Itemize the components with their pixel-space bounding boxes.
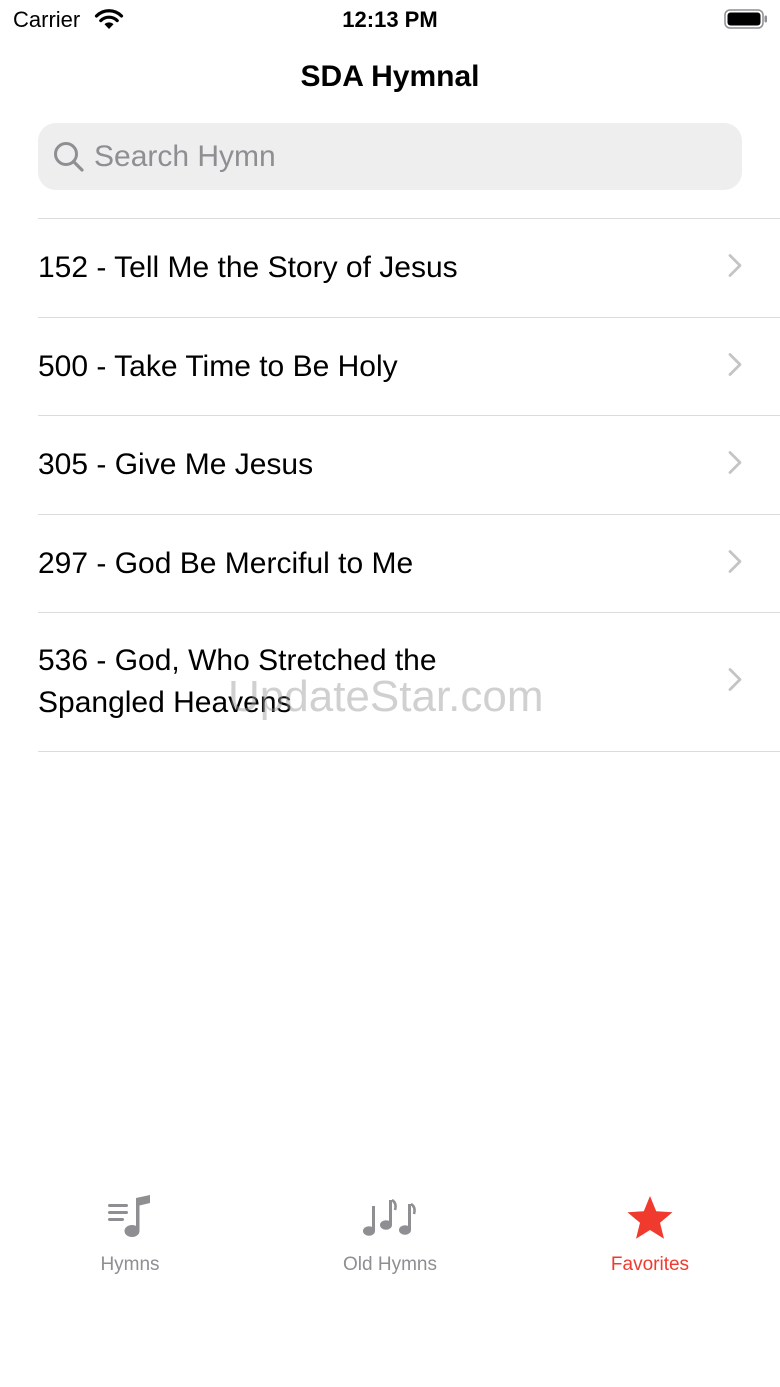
chevron-right-icon	[728, 451, 742, 480]
tab-old-hymns[interactable]: Old Hymns	[260, 1180, 520, 1290]
tab-label: Old Hymns	[343, 1254, 437, 1275]
tab-bar: Hymns Old Hymns Favorites	[0, 1180, 780, 1290]
hymn-title: 500 - Take Time to Be Holy	[38, 349, 398, 383]
hymn-list: 152 - Tell Me the Story of Jesus 500 - T…	[38, 218, 780, 752]
status-bar: Carrier 12:13 PM	[0, 0, 780, 40]
tab-favorites[interactable]: Favorites	[520, 1180, 780, 1290]
chevron-right-icon	[728, 352, 742, 381]
page-title: SDA Hymnal	[300, 60, 480, 93]
tab-label: Favorites	[610, 1254, 690, 1275]
status-time: 12:13 PM	[342, 7, 438, 32]
chevron-right-icon	[728, 254, 742, 283]
list-item[interactable]: 305 - Give Me Jesus	[38, 415, 780, 514]
list-item[interactable]: 297 - God Be Merciful to Me	[38, 514, 780, 612]
list-item[interactable]: 500 - Take Time to Be Holy	[38, 317, 780, 415]
hymn-title: 305 - Give Me Jesus	[38, 448, 314, 481]
list-item[interactable]: 152 - Tell Me the Story of Jesus	[38, 218, 780, 317]
tab-hymns[interactable]: Hymns	[0, 1180, 260, 1290]
music-list-icon	[0, 1194, 260, 1240]
list-item[interactable]: 536 - God, Who Stretched the Spangled He…	[38, 612, 780, 752]
tab-label: Hymns	[100, 1254, 160, 1275]
search-input[interactable]	[94, 123, 714, 190]
star-icon	[520, 1194, 780, 1242]
hymn-title: 536 - God, Who Stretched the Spangled He…	[38, 644, 437, 719]
chevron-right-icon	[728, 668, 742, 697]
music-notes-icon	[260, 1194, 520, 1240]
hymn-title: 152 - Tell Me the Story of Jesus	[38, 251, 458, 284]
hymn-title: 297 - God Be Merciful to Me	[38, 546, 414, 580]
battery-icon	[724, 9, 768, 29]
search-bar[interactable]	[38, 123, 742, 190]
chevron-right-icon	[728, 549, 742, 578]
search-icon	[52, 140, 86, 179]
